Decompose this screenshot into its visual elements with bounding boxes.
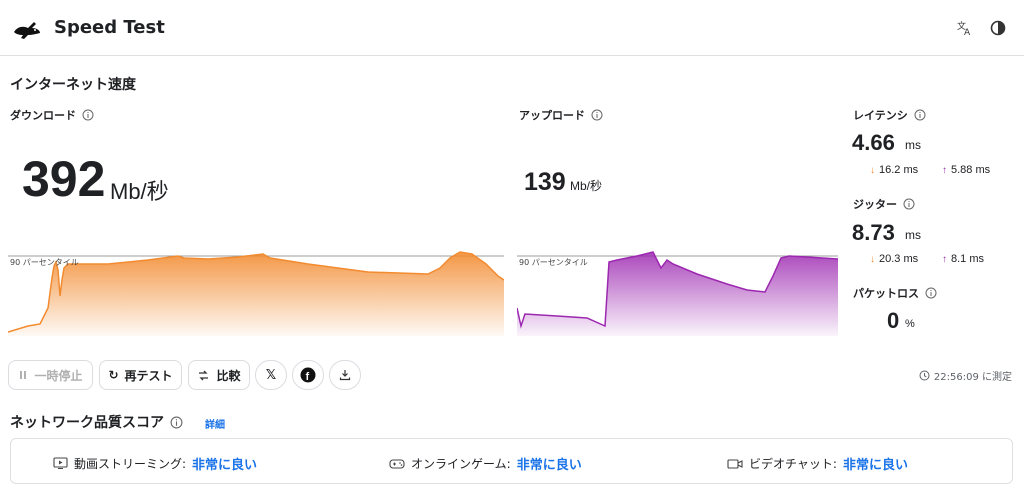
info-icon[interactable] xyxy=(914,109,926,121)
svg-text:A: A xyxy=(964,28,971,37)
camera-icon xyxy=(727,458,743,469)
packet-loss-unit: % xyxy=(905,318,915,330)
x-logo-icon: 𝕏 xyxy=(265,367,277,383)
arrow-down-icon: ↓ xyxy=(870,253,875,265)
details-link[interactable]: 詳細 xyxy=(205,416,225,431)
download-icon xyxy=(339,370,351,381)
jitter-download: ↓ 20.3 ms xyxy=(870,253,919,265)
jitter-value: 8.73 xyxy=(852,220,895,245)
compare-button[interactable]: 比較 xyxy=(188,360,250,390)
upload-unit: Mb/秒 xyxy=(570,179,603,193)
packet-loss-value: 0 xyxy=(887,308,900,333)
info-icon[interactable] xyxy=(170,416,183,429)
jitter-label: ジッター xyxy=(853,196,915,212)
download-value: 392 xyxy=(22,151,106,207)
upload-label: アップロード xyxy=(519,107,603,123)
pause-icon xyxy=(20,371,27,379)
contrast-icon[interactable] xyxy=(989,19,1007,37)
download-label: ダウンロード xyxy=(10,107,94,123)
svg-text:f: f xyxy=(306,371,310,383)
refresh-icon: ↻ xyxy=(108,368,119,382)
compare-icon xyxy=(199,370,209,380)
download-unit: Mb/秒 xyxy=(110,179,169,204)
pause-button[interactable]: 一時停止 xyxy=(8,360,93,390)
rabbit-logo-icon xyxy=(14,22,40,39)
upload-value: 139 xyxy=(524,168,566,196)
latency-value: 4.66 xyxy=(852,130,895,155)
facebook-icon: f xyxy=(300,367,316,383)
quality-item-video: 動画ストリーミング: 非常に良い xyxy=(53,454,257,473)
jitter-upload: ↑ 8.1 ms xyxy=(942,253,985,265)
quality-item-gaming: オンラインゲーム: 非常に良い xyxy=(389,454,582,473)
app-title: Speed Test xyxy=(54,17,165,38)
info-icon[interactable] xyxy=(591,109,603,121)
retest-button[interactable]: ↻ 再テスト xyxy=(99,360,182,390)
quality-title: ネットワーク品質スコア xyxy=(10,412,183,432)
clock-icon xyxy=(919,370,930,381)
gamepad-icon xyxy=(389,458,405,469)
p90-label: 90 パーセンタイル xyxy=(519,258,588,267)
latency-label: レイテンシ xyxy=(853,107,926,123)
info-icon[interactable] xyxy=(903,198,915,210)
share-facebook-button[interactable]: f xyxy=(292,360,324,390)
latency-unit: ms xyxy=(905,138,921,152)
arrow-up-icon: ↑ xyxy=(942,164,947,176)
latency-upload: ↑ 5.88 ms xyxy=(942,164,991,176)
quality-panel: 動画ストリーミング: 非常に良い オンラインゲーム: 非常に良い ビデオチャット… xyxy=(10,438,1013,484)
arrow-down-icon: ↓ xyxy=(870,164,875,176)
measured-time: 22:56:09 に測定 xyxy=(919,368,1012,383)
app-header: Speed Test 文 A xyxy=(0,0,1024,56)
translate-icon[interactable]: 文 A xyxy=(956,19,974,37)
p90-label: 90 パーセンタイル xyxy=(10,258,79,267)
share-x-button[interactable]: 𝕏 xyxy=(255,360,287,390)
jitter-unit: ms xyxy=(905,228,921,242)
download-chart: 90 パーセンタイル xyxy=(7,248,505,336)
internet-speed-title: インターネット速度 xyxy=(10,77,136,93)
info-icon[interactable] xyxy=(82,109,94,121)
video-icon xyxy=(53,457,68,469)
latency-download: ↓ 16.2 ms xyxy=(870,164,919,176)
info-icon[interactable] xyxy=(925,287,937,299)
download-result-button[interactable] xyxy=(329,360,361,390)
arrow-up-icon: ↑ xyxy=(942,253,947,265)
quality-item-video-chat: ビデオチャット: 非常に良い xyxy=(727,454,908,473)
upload-chart: 90 パーセンタイル xyxy=(516,248,839,336)
packet-loss-label: パケットロス xyxy=(853,285,937,301)
